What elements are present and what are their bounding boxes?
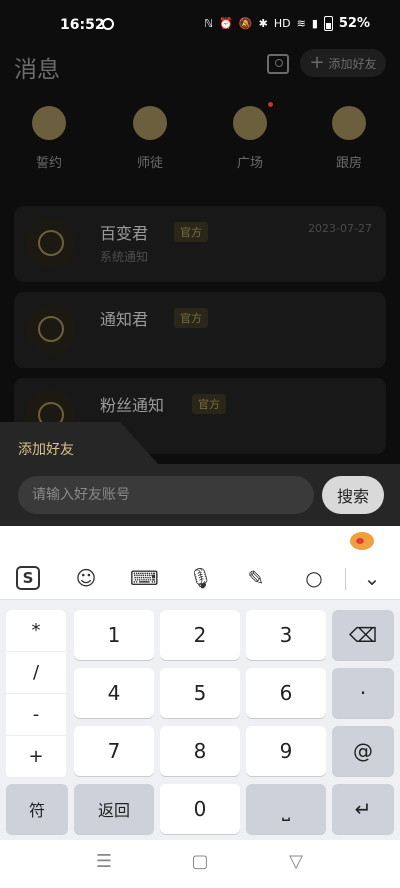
wifi-icon: ≋ [296,17,306,30]
keyboard-icon[interactable]: ⌨ [130,566,159,590]
mute-icon: 🔕 [238,17,253,30]
quick-label: 跟房 [335,156,362,171]
back-key[interactable]: 返回 [74,784,154,834]
microphone-icon[interactable]: 🎙 [188,566,213,590]
status-bar: 16:52 ℕ ⏰ 🔕 ✱ HD ≋ ▮ 52% [0,0,400,50]
quick-item-pledge[interactable]: 誓约 [14,100,84,171]
signal-icon: ▮ [311,17,318,30]
symbol-column: * / - + [6,610,66,778]
sogou-logo-icon[interactable]: S [16,566,40,590]
lock-icon [32,106,66,140]
message-item-system[interactable]: 百变君 官方 系统通知 2023-07-27 [14,206,386,282]
symbol-key[interactable]: + [6,736,66,778]
system-nav-bar: ☰ ▢ ▽ [0,840,400,888]
gear-avatar-icon [38,230,64,256]
space-key[interactable]: ⎵ [246,784,326,834]
mascot-icon[interactable] [350,532,374,550]
battery-level: 52% [338,16,370,31]
key-8[interactable]: 8 [160,726,240,776]
add-friend-button[interactable]: + 添加好友 [300,49,386,77]
symbol-switch-key[interactable]: 符 [6,784,68,834]
key-5[interactable]: 5 [160,668,240,718]
quick-label: 师徒 [136,156,163,171]
key-4[interactable]: 4 [74,668,154,718]
alarm-icon: ⏰ [219,17,233,30]
key-1[interactable]: 1 [74,610,154,660]
chevron-down-icon[interactable]: ⌄ [360,566,384,590]
quick-actions: 誓约 师徒 广场 跟房 [0,100,400,180]
keyboard-toolbar: S ☺ ⌨ 🎙 ✎ ○ ⌄ [0,556,400,600]
top-bar: 消息 + 添加好友 [0,44,400,86]
message-item-notice[interactable]: 通知君 官方 [14,292,386,368]
status-icons: ℕ ⏰ 🔕 ✱ HD ≋ ▮ 52% [204,16,370,31]
add-panel-title: 添加好友 [18,442,74,458]
quick-item-follow-room[interactable]: 跟房 [314,100,384,171]
planet-icon [233,102,273,140]
add-friend-label: 添加好友 [328,56,377,71]
key-9[interactable]: 9 [246,726,326,776]
official-badge: 官方 [174,308,208,328]
message-date: 2023-07-27 [308,222,372,235]
quick-label: 誓约 [35,156,62,171]
message-subtitle: 系统通知 [100,250,149,264]
message-name: 粉丝通知 [100,396,165,415]
page-title: 消息 [14,57,60,83]
nfc-icon: ℕ [204,17,214,30]
app-notification-icon [102,18,114,30]
battery-icon [323,16,333,31]
notification-dot [268,102,273,107]
official-badge: 官方 [174,222,208,242]
person-icon [332,106,366,140]
bubble-avatar-icon [38,316,64,342]
symbol-key[interactable]: * [6,610,66,652]
key-6[interactable]: 6 [246,668,326,718]
hand-icon [133,106,167,140]
key-2[interactable]: 2 [160,610,240,660]
key-3[interactable]: 3 [246,610,326,660]
emoji-icon[interactable]: ☺ [74,566,98,590]
avatar [26,304,76,354]
key-7[interactable]: 7 [74,726,154,776]
backspace-key[interactable]: ⌫ [332,610,394,660]
at-key[interactable]: @ [332,726,394,776]
back-icon[interactable]: ▽ [286,852,306,872]
symbol-key[interactable]: - [6,694,66,736]
handwriting-icon[interactable]: ✎ [244,566,268,590]
message-name: 百变君 [100,224,149,243]
bluetooth-icon: ✱ [258,17,268,30]
friend-account-input[interactable] [18,476,314,514]
symbol-key[interactable]: / [6,652,66,694]
avatar [26,218,76,268]
contacts-icon[interactable] [267,54,289,74]
quick-item-square[interactable]: 广场 [215,100,285,171]
period-key[interactable]: · [332,668,394,718]
quick-label: 广场 [236,156,263,171]
message-name: 通知君 [100,310,149,329]
key-0[interactable]: 0 [160,784,240,834]
home-icon[interactable]: ▢ [190,852,210,872]
plus-icon: + [309,52,325,73]
menu-icon[interactable]: ☰ [94,852,114,872]
official-badge: 官方 [192,394,226,414]
status-time: 16:52 [60,17,105,33]
search-button[interactable]: 搜索 [322,476,384,514]
search-icon[interactable]: ○ [302,566,326,590]
quick-item-mentor[interactable]: 师徒 [115,100,185,171]
keyboard-top-strip [0,526,400,556]
enter-key[interactable]: ↵ [332,784,394,834]
toolbar-separator [345,568,346,590]
add-friend-panel: 搜索 [0,464,400,526]
hd-icon: HD [273,17,291,30]
keyboard: S ☺ ⌨ 🎙 ✎ ○ ⌄ * / - + 1 2 3 ⌫ 4 5 6 · 7 … [0,526,400,840]
